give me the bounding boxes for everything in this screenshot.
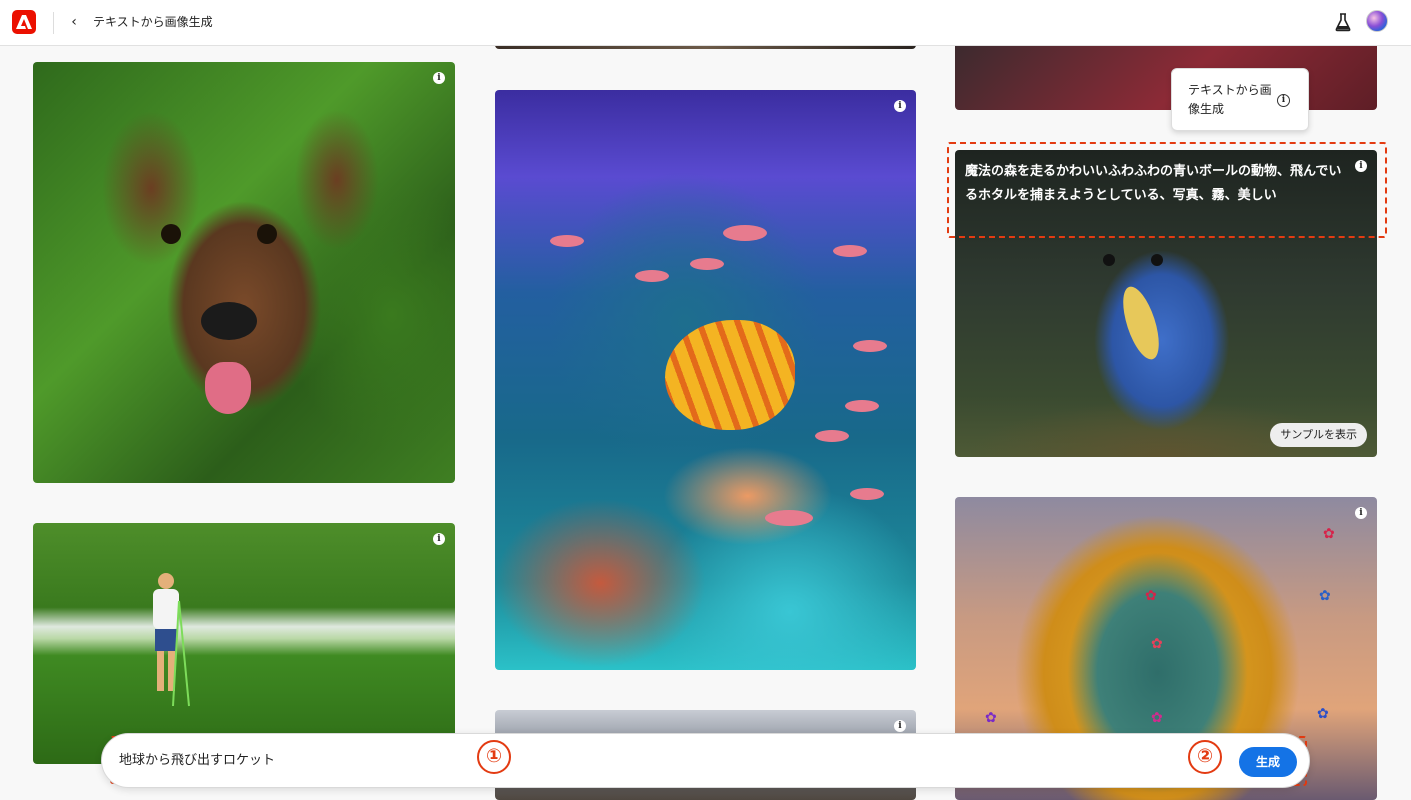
fish-shape bbox=[833, 245, 867, 257]
butterfly-icon: ✿ bbox=[1319, 588, 1331, 604]
butterfly-icon: ✿ bbox=[1317, 706, 1329, 722]
butterfly-icon: ✿ bbox=[1145, 588, 1157, 604]
butterfly-icon: ✿ bbox=[1151, 710, 1163, 726]
info-icon[interactable]: i bbox=[1355, 160, 1367, 172]
fish-shape bbox=[723, 225, 767, 241]
fish-shape bbox=[765, 510, 813, 526]
fish-shape bbox=[815, 430, 849, 442]
miniature-person bbox=[153, 573, 190, 707]
info-icon[interactable]: i bbox=[433, 533, 445, 545]
dog-tongue bbox=[205, 362, 251, 414]
prompt-bar: 生成 bbox=[101, 733, 1310, 788]
fish-shape bbox=[690, 258, 724, 270]
annotation-marker-1: ① bbox=[477, 740, 511, 774]
flask-icon[interactable] bbox=[1335, 12, 1351, 32]
info-icon[interactable]: i bbox=[1277, 94, 1290, 107]
image-prompt-caption: 魔法の森を走るかわいいふわふわの青いボールの動物、飛んでいるホタルを捕まえようと… bbox=[965, 164, 1342, 203]
butterfly-icon: ✿ bbox=[1151, 636, 1163, 652]
fish-shape bbox=[550, 235, 584, 247]
info-icon[interactable]: i bbox=[894, 720, 906, 732]
adobe-logo-icon[interactable] bbox=[12, 10, 36, 34]
gallery-image-coral-reef[interactable]: i bbox=[495, 90, 916, 670]
monster-eye bbox=[1103, 254, 1115, 266]
dog-eye bbox=[161, 224, 181, 244]
prompt-input[interactable] bbox=[119, 750, 1019, 772]
generate-button[interactable]: 生成 bbox=[1239, 747, 1297, 777]
gallery-image-partial-top-right[interactable] bbox=[955, 38, 1377, 110]
fish-shape bbox=[853, 340, 887, 352]
info-icon[interactable]: i bbox=[894, 100, 906, 112]
annotation-marker-2: ② bbox=[1188, 740, 1222, 774]
gallery-image-miniature-field[interactable]: i bbox=[33, 523, 455, 764]
butterfly-icon: ✿ bbox=[985, 710, 997, 726]
gallery-image-blue-monster[interactable]: 魔法の森を走るかわいいふわふわの青いボールの動物、飛んでいるホタルを捕まえようと… bbox=[955, 150, 1377, 457]
butterfly-icon: ✿ bbox=[1323, 526, 1335, 542]
gallery-image-dog[interactable]: i bbox=[33, 62, 455, 483]
banana-shape bbox=[1115, 282, 1167, 364]
info-icon[interactable]: i bbox=[433, 72, 445, 84]
app-header: ‹ テキストから画像生成 bbox=[0, 0, 1411, 46]
avatar[interactable] bbox=[1366, 10, 1388, 32]
page-title: テキストから画像生成 bbox=[93, 15, 213, 29]
feature-tooltip: テキストから画像生成 i bbox=[1171, 68, 1309, 131]
tooltip-text: テキストから画像生成 bbox=[1188, 83, 1272, 116]
chevron-left-icon[interactable]: ‹ bbox=[66, 12, 82, 32]
dog-nose bbox=[201, 302, 257, 340]
fish-shape bbox=[850, 488, 884, 500]
view-sample-button[interactable]: サンプルを表示 bbox=[1270, 423, 1367, 447]
info-icon[interactable]: i bbox=[1355, 507, 1367, 519]
header-divider bbox=[53, 12, 54, 34]
monster-eye bbox=[1151, 254, 1163, 266]
fish-shape bbox=[845, 400, 879, 412]
dog-eye bbox=[257, 224, 277, 244]
fish-shape bbox=[635, 270, 669, 282]
angelfish-shape bbox=[665, 320, 795, 430]
